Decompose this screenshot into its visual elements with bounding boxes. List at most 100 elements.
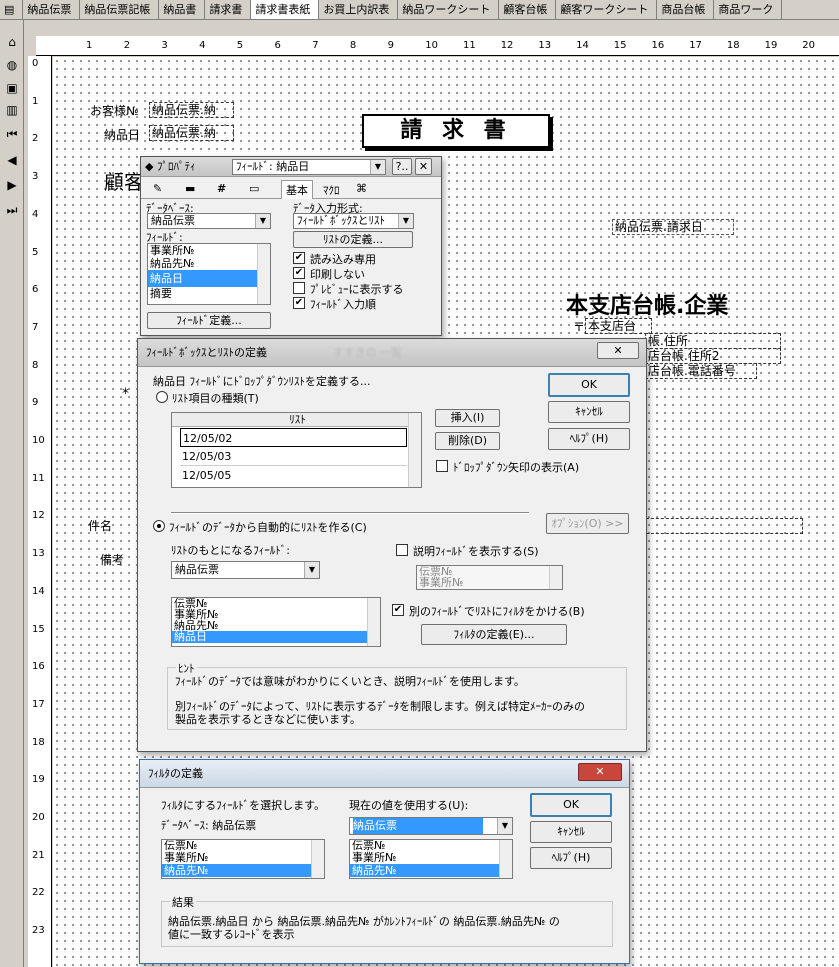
address1-field[interactable]: 帳.住所 [645, 333, 781, 349]
list-item-selected[interactable]: 納品日 [172, 631, 380, 643]
last-page-icon[interactable]: ⏭ [2, 200, 22, 220]
list-item-selected[interactable]: 納品日 [148, 270, 270, 287]
ruler-tick-label: 3 [161, 40, 168, 51]
list-item[interactable]: 事業所№ [148, 244, 270, 257]
close-button[interactable]: ✕ [415, 158, 432, 175]
description-field-list[interactable]: 伝票№ 事業所№ [416, 565, 563, 590]
table-row[interactable]: 12/05/03 [180, 447, 407, 466]
subject-field[interactable] [631, 518, 803, 534]
source-field-select[interactable]: 納品伝票 ▼ [171, 561, 320, 579]
ok-button[interactable]: OK [530, 793, 612, 817]
address2-field[interactable]: 店台帳.住所2 [645, 348, 781, 364]
database-select[interactable]: 納品伝票 ▼ [147, 213, 271, 229]
field-order-checkbox[interactable]: ✔ [293, 297, 305, 309]
tab-7[interactable]: 納品ワークシート [398, 0, 500, 19]
list-definition-button[interactable]: ﾘｽﾄの定義... [293, 231, 413, 248]
tab-10[interactable]: 商品台帳 [657, 0, 715, 19]
list-item-selected[interactable]: 納品先№ [350, 864, 512, 877]
next-page-icon[interactable]: ▶ [2, 175, 22, 195]
list-item[interactable]: 摘要 [148, 287, 270, 300]
delete-button[interactable]: 削除(D) [435, 432, 500, 450]
ruler-tick-label: 8 [349, 40, 357, 51]
list-items-table[interactable]: ﾘｽﾄ 12/05/02 12/05/03 12/05/05 [171, 412, 422, 488]
globe-icon[interactable]: ◍ [2, 55, 22, 75]
home-icon[interactable]: ⌂ [2, 32, 22, 52]
cancel-button[interactable]: ｷｬﾝｾﾙ [548, 401, 630, 423]
scrollbar[interactable] [408, 413, 421, 487]
list-item[interactable]: 納品先№ [148, 257, 270, 270]
list-item[interactable]: 事業所№ [350, 852, 512, 864]
filter-checkbox[interactable]: ✔ [392, 604, 404, 616]
ruler-tick-label: 18 [726, 40, 740, 51]
tab-basic[interactable]: 基本 [281, 180, 313, 199]
list-definition-description: 納品日 ﾌｨｰﾙﾄﾞにﾄﾞﾛｯﾌﾟﾀﾞｳﾝﾘｽﾄを定義する... [153, 375, 371, 388]
screen-icon[interactable]: ▣ [2, 78, 22, 98]
list-item-selected[interactable]: 納品先№ [162, 864, 324, 877]
tab-icon-number[interactable]: # [217, 182, 226, 195]
phone-field[interactable]: 店台帳.電話番号 [645, 363, 757, 379]
readonly-checkbox[interactable]: ✔ [293, 252, 305, 264]
scrollbar[interactable] [549, 566, 562, 589]
insert-button[interactable]: 挿入(I) [435, 409, 500, 427]
table-row[interactable]: 12/05/05 [180, 466, 407, 485]
field-list[interactable]: 事業所№ 納品先№ 納品日 摘要 [147, 243, 271, 305]
company-field[interactable]: 本支店台帳.企業 [566, 288, 728, 320]
delivery-date-field[interactable]: 納品伝票.納 [149, 125, 234, 141]
list-items-radio[interactable] [156, 391, 168, 403]
preview-checkbox[interactable] [293, 282, 305, 294]
input-format-select[interactable]: ﾌｨｰﾙﾄﾞﾎﾞｯｸｽとﾘｽﾄ ▼ [293, 213, 414, 229]
tab-11[interactable]: 商品ワーク [714, 0, 783, 19]
dropdown-arrow-checkbox[interactable] [436, 460, 448, 472]
tab-5[interactable]: 請求書表紙 [251, 0, 320, 19]
ruler-tick-label: 9 [387, 40, 394, 51]
filter-field-list-right[interactable]: 伝票№ 事業所№ 納品先№ [349, 839, 513, 879]
help-button[interactable]: ﾍﾙﾌﾟ(H) [530, 847, 612, 869]
app-menu-icon[interactable]: ▤ [0, 0, 24, 19]
tab-1[interactable]: 納品伝票 [23, 0, 81, 19]
customer-no-field[interactable]: 納品伝票.納 [149, 102, 234, 118]
tab-icon-script[interactable]: ⌘ [356, 182, 367, 195]
source-field-list[interactable]: 伝票№ 事業所№ 納品先№ 納品日 [171, 597, 381, 647]
tab-macro[interactable]: ﾏｸﾛ [323, 182, 340, 198]
postal-field[interactable]: 本支店台 [585, 318, 652, 334]
auto-list-radio[interactable] [153, 520, 165, 532]
scrollbar[interactable] [499, 840, 512, 878]
ruler-tick-label: 6 [274, 40, 281, 51]
customer-no-label: お客様№ [90, 104, 139, 118]
tab-icon-border[interactable]: ▭ [249, 182, 259, 195]
cancel-button[interactable]: ｷｬﾝｾﾙ [530, 821, 612, 843]
table-row[interactable]: 12/05/02 [180, 428, 407, 447]
ok-button[interactable]: OK [548, 373, 630, 397]
scrollbar[interactable] [311, 840, 324, 878]
invoice-title[interactable]: 請 求 書 [362, 114, 550, 148]
help-button[interactable]: ?.. [392, 158, 412, 175]
field-definition-button[interactable]: ﾌｨｰﾙﾄﾞ定義... [147, 312, 271, 329]
close-button[interactable]: ✕ [578, 763, 622, 781]
list-item[interactable]: 事業所№ [162, 852, 324, 864]
current-value-select[interactable]: 納品伝票 ▼ [349, 817, 513, 835]
field-selector[interactable]: ﾌｨｰﾙﾄﾞ: 納品日 ▼ [232, 159, 386, 175]
list-item[interactable]: 事業所№ [417, 577, 562, 588]
noprint-checkbox[interactable]: ✔ [293, 267, 305, 279]
close-button[interactable]: ✕ [597, 342, 639, 359]
description-field-checkbox[interactable] [396, 544, 408, 556]
tab-3[interactable]: 納品書 [159, 0, 206, 19]
tab-9[interactable]: 顧客ワークシート [556, 0, 658, 19]
building-icon[interactable]: ▥ [2, 100, 22, 120]
tab-2[interactable]: 納品伝票記帳 [80, 0, 160, 19]
tab-icon-format[interactable]: ✎ [153, 182, 162, 195]
tab-4[interactable]: 請求書 [205, 0, 252, 19]
prev-page-icon[interactable]: ◀ [2, 150, 22, 170]
tab-8[interactable]: 顧客台帳 [499, 0, 557, 19]
filter-definition-button[interactable]: ﾌｨﾙﾀの定義(E)... [421, 624, 567, 645]
options-button[interactable]: ｵﾌﾟｼｮﾝ(O) >> [546, 513, 629, 534]
invoice-date-field[interactable]: 納品伝票.請求日 [612, 219, 734, 235]
scrollbar[interactable] [367, 598, 380, 646]
source-field-label: ﾘｽﾄのもとになるﾌｨｰﾙﾄﾞ: [171, 544, 290, 557]
filter-field-list-left[interactable]: 伝票№ 事業所№ 納品先№ [161, 839, 325, 879]
help-button[interactable]: ﾍﾙﾌﾟ(H) [548, 428, 630, 450]
tab-icon-color[interactable]: ▬ [185, 182, 195, 195]
tab-6[interactable]: お買上内訳表 [319, 0, 399, 19]
scrollbar[interactable] [257, 244, 270, 304]
first-page-icon[interactable]: ⏮ [2, 124, 22, 144]
